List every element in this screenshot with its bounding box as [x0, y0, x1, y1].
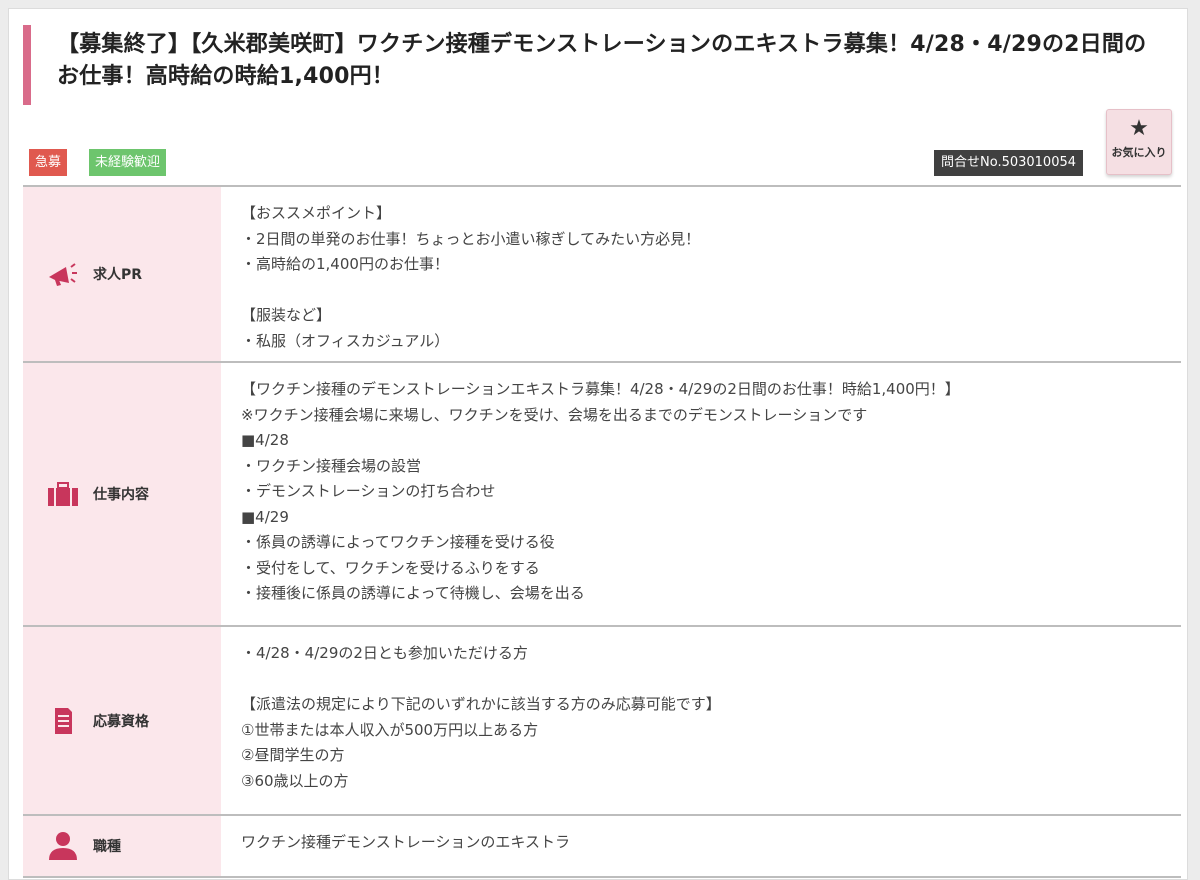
table-row-pr: 求人PR 【おススメポイント】 ・2日間の単発のお仕事！ちょっとお小遣い稼ぎして… — [23, 187, 1181, 363]
content-line: 【おススメポイント】 — [241, 204, 392, 222]
row-content-pr: 【おススメポイント】 ・2日間の単発のお仕事！ちょっとお小遣い稼ぎしてみたい方必… — [221, 187, 1181, 360]
content-line: ③60歳以上の方 — [241, 771, 349, 790]
content-line — [241, 278, 1165, 304]
table-row-job-type: 職種 ワクチン接種デモンストレーションのエキストラ — [23, 816, 1181, 878]
inquiry-number-badge: 問合せNo.503010054 — [934, 150, 1084, 176]
content-line: ■4/28 — [241, 431, 289, 449]
content-line: ワクチン接種デモンストレーションのエキストラ — [241, 833, 570, 851]
content-line: ・2日間の単発のお仕事！ちょっとお小遣い稼ぎしてみたい方必見！ — [241, 229, 701, 248]
job-details-table: 求人PR 【おススメポイント】 ・2日間の単発のお仕事！ちょっとお小遣い稼ぎして… — [23, 185, 1181, 878]
content-line: ①世帯または本人収入が500万円以上ある方 — [241, 720, 539, 739]
favorite-button[interactable]: ★ お気に入り — [1106, 109, 1172, 175]
title-accent-bar — [23, 25, 31, 105]
briefcase-icon — [45, 479, 81, 509]
row-header-pr: 求人PR — [23, 187, 221, 361]
content-line: ■4/29 — [241, 507, 289, 526]
row-content-job-content: 【ワクチン接種のデモンストレーションエキストラ募集！4/28・4/29の2日間の… — [221, 363, 1181, 613]
content-line: ・受付をして、ワクチンを受けるふりをする — [241, 558, 540, 577]
megaphone-icon — [45, 259, 81, 289]
row-header-job-content: 仕事内容 — [23, 363, 221, 625]
content-line: ※ワクチン接種会場に来場し、ワクチンを受け、会場を出るまでのデモンストレーション… — [241, 405, 868, 424]
favorite-label: お気に入り — [1111, 146, 1167, 159]
page-title: 【募集終了】【久米郡美咲町】ワクチン接種デモンストレーションのエキストラ募集！4… — [57, 32, 1147, 89]
content-line: 【ワクチン接種のデモンストレーションエキストラ募集！4/28・4/29の2日間の… — [241, 380, 960, 398]
beginner-welcome-badge: 未経験歓迎 — [89, 149, 167, 176]
person-icon — [45, 831, 81, 861]
content-line: ②昼間学生の方 — [241, 746, 345, 764]
row-header-job-type: 職種 — [23, 816, 221, 876]
content-line: 【派遣法の規定により下記のいずれかに該当する方のみ応募可能です】 — [241, 695, 721, 713]
content-line — [241, 667, 1165, 693]
table-row-qualifications: 応募資格 ・4/28・4/29の2日とも参加いただける方 【派遣法の規定により下… — [23, 627, 1181, 816]
content-line: ・係員の誘導によってワクチン接種を受ける役 — [241, 533, 555, 551]
job-listing-card: 【募集終了】【久米郡美咲町】ワクチン接種デモンストレーションのエキストラ募集！4… — [8, 8, 1188, 880]
row-header-qualifications: 応募資格 — [23, 627, 221, 814]
row-content-qualifications: ・4/28・4/29の2日とも参加いただける方 【派遣法の規定により下記のいずれ… — [221, 627, 1181, 800]
row-label: 職種 — [93, 839, 121, 855]
row-content-job-type: ワクチン接種デモンストレーションのエキストラ — [221, 816, 1181, 862]
content-line: ・私服（オフィスカジュアル） — [241, 331, 450, 350]
content-line: ・ワクチン接種会場の設営 — [241, 456, 422, 475]
title-section: 【募集終了】【久米郡美咲町】ワクチン接種デモンストレーションのエキストラ募集！4… — [23, 25, 1173, 105]
content-line: 【服装など】 — [241, 306, 332, 324]
content-line: ・デモンストレーションの打ち合わせ — [241, 482, 496, 500]
urgent-badge: 急募 — [29, 149, 68, 176]
table-row-job-content: 仕事内容 【ワクチン接種のデモンストレーションエキストラ募集！4/28・4/29… — [23, 363, 1181, 627]
row-label: 応募資格 — [93, 713, 149, 730]
row-label: 仕事内容 — [93, 487, 149, 503]
star-icon: ★ — [1129, 116, 1149, 141]
content-line: ・高時給の1,400円のお仕事！ — [241, 255, 449, 273]
content-line: ・接種後に係員の誘導によって待機し、会場を出る — [241, 584, 585, 602]
document-icon — [45, 706, 81, 736]
content-line: ・4/28・4/29の2日とも参加いただける方 — [241, 644, 528, 662]
row-label: 求人PR — [93, 267, 143, 283]
